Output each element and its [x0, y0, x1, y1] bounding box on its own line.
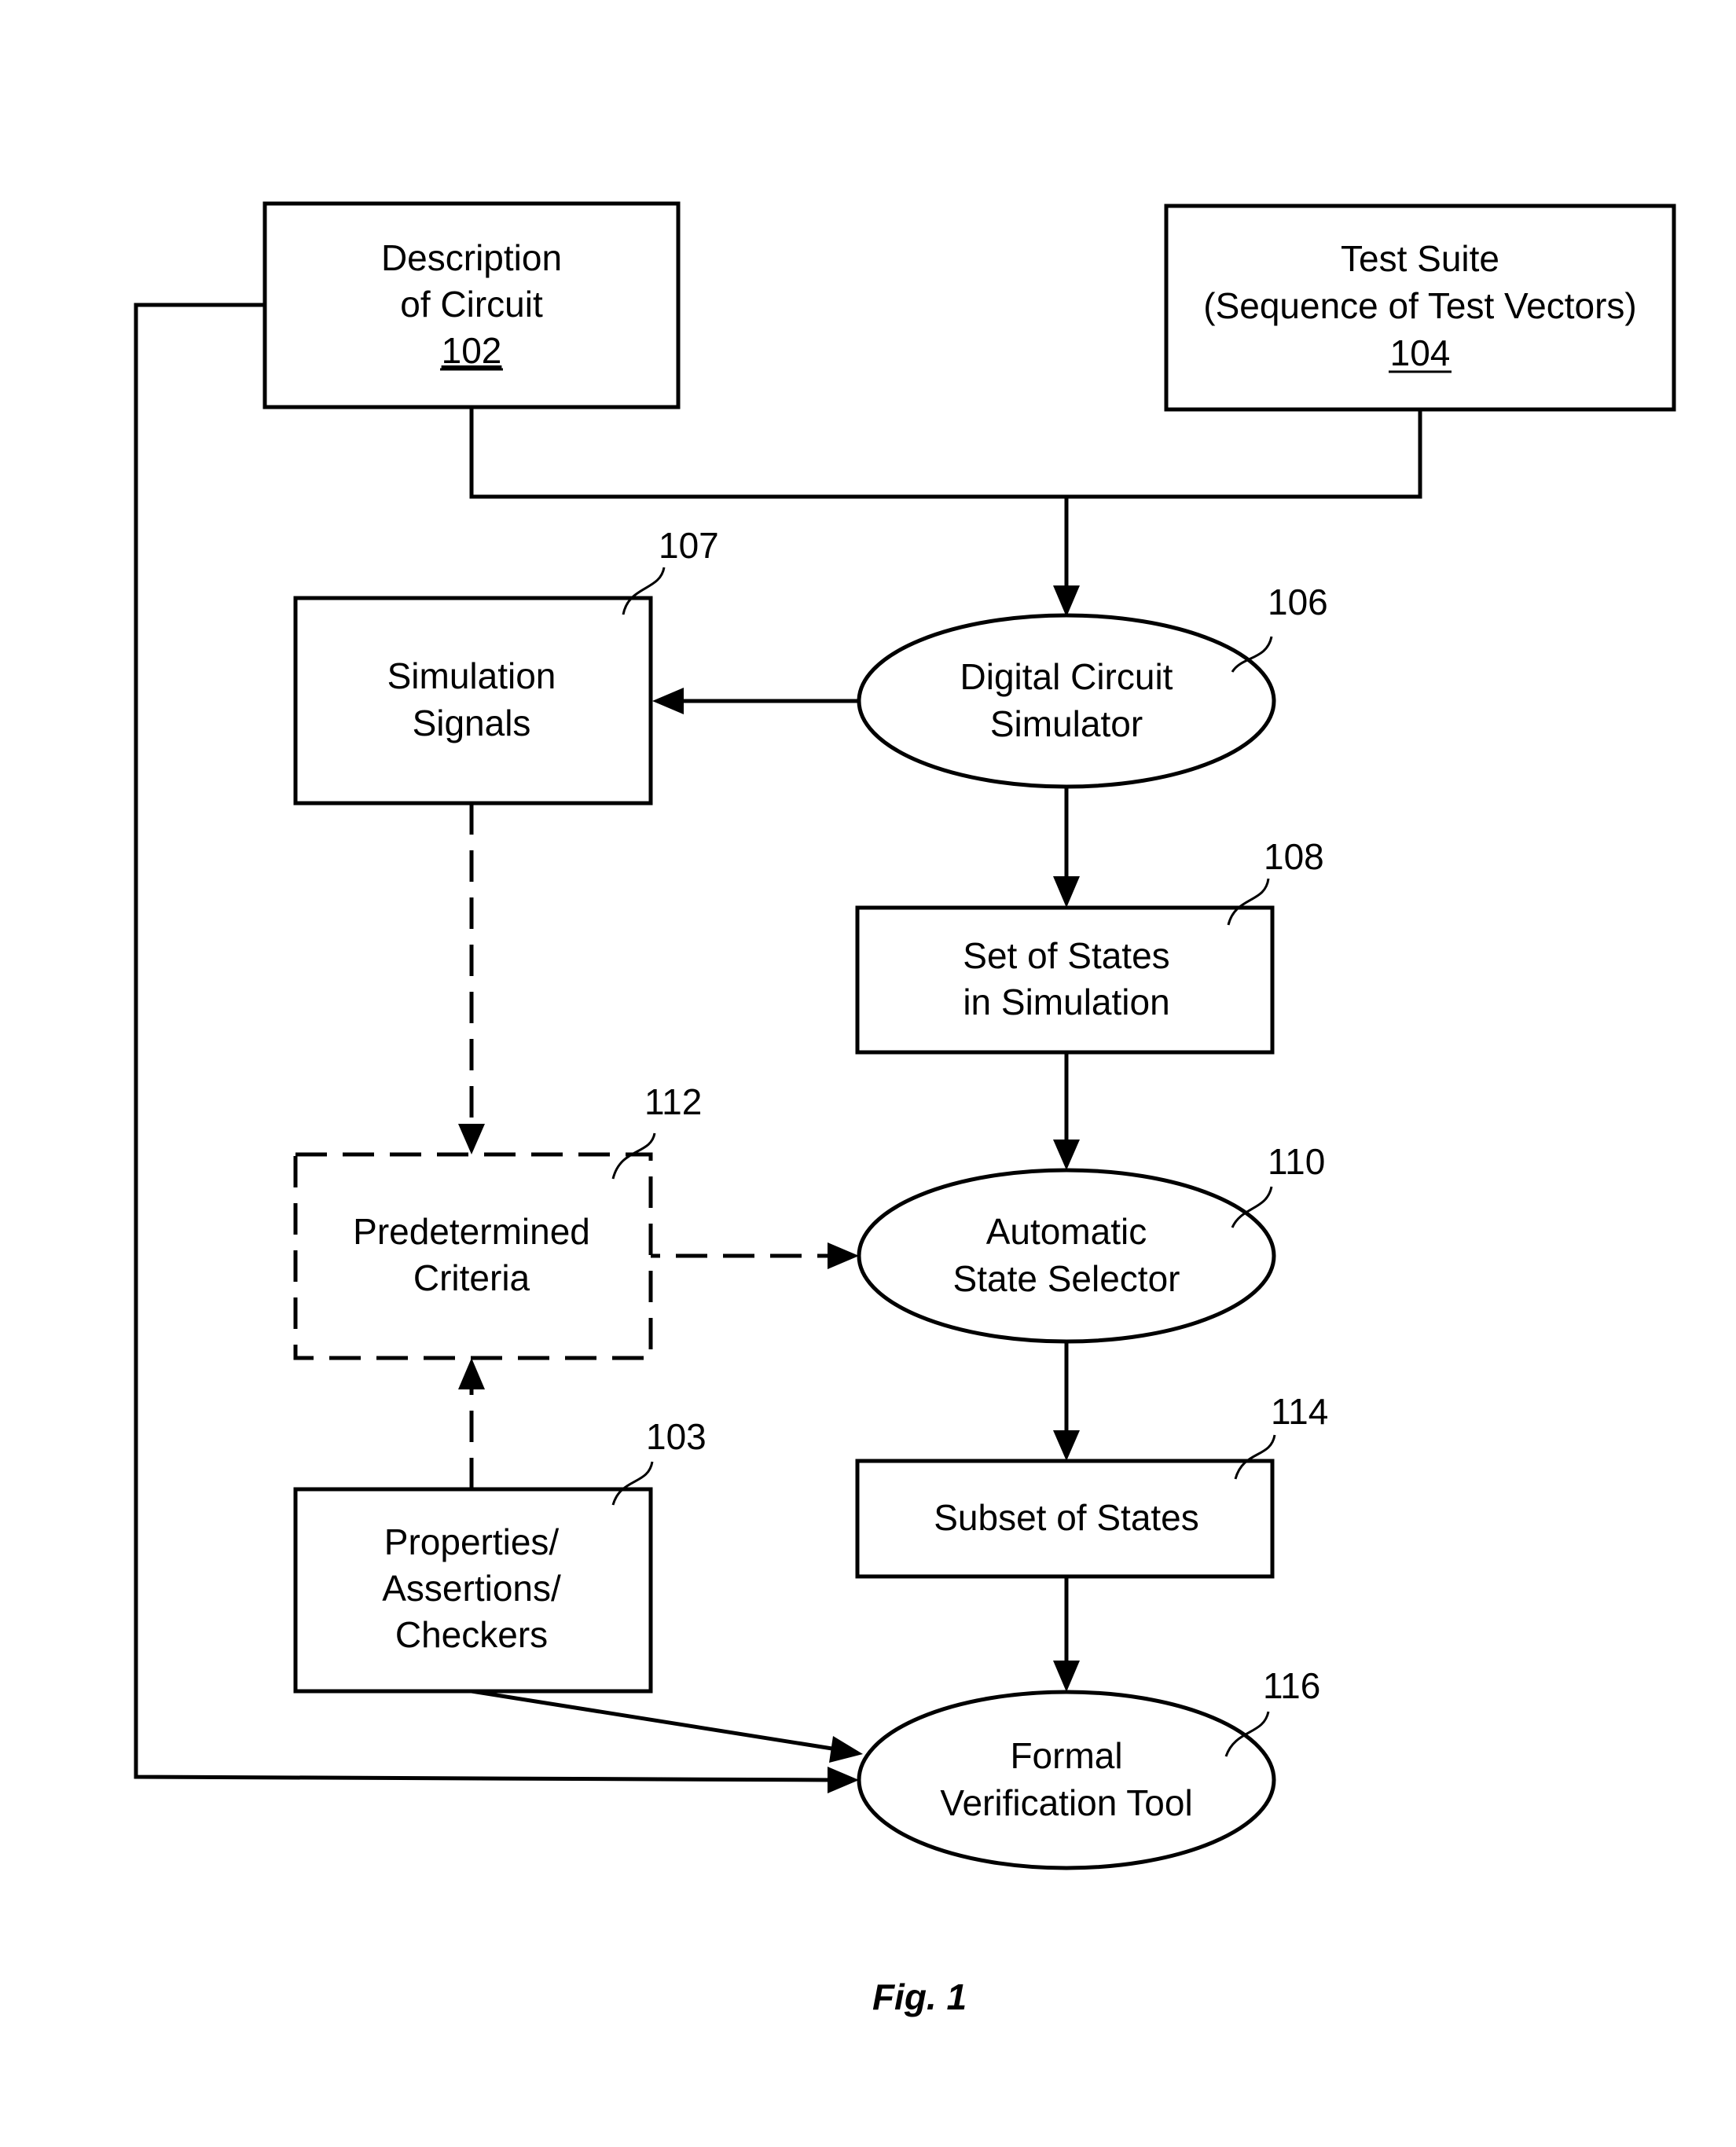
node-description-of-circuit: Description of Circuit 102: [262, 201, 681, 409]
edge-103-to-116: [471, 1689, 838, 1752]
node-104-line-2: (Sequence of Test Vectors): [1203, 285, 1636, 326]
arrowhead-into-116-top: [1053, 1661, 1080, 1692]
node-106-ellipse: [857, 613, 1276, 789]
arrowhead-into-114: [1053, 1430, 1080, 1461]
node-116-line-1: Formal: [1010, 1735, 1122, 1776]
node-114-ref: 114: [1271, 1391, 1328, 1432]
node-116-ref: 116: [1263, 1665, 1320, 1706]
node-108-line-2: in Simulation: [963, 982, 1169, 1022]
node-properties-assertions-checkers: Properties/ Assertions/ Checkers 103: [293, 1416, 707, 1694]
arrowhead-into-108: [1053, 876, 1080, 908]
node-formal-verification-tool: Formal Verification Tool 116: [857, 1665, 1320, 1870]
edge-112-to-110: [648, 1234, 835, 1258]
node-102-ref: 102: [442, 330, 502, 371]
node-106-line-1: Digital Circuit: [960, 656, 1173, 697]
node-104-line-1: Test Suite: [1341, 238, 1499, 279]
node-116-ellipse: [857, 1690, 1276, 1870]
node-set-of-states: Set of States in Simulation 108: [855, 836, 1324, 1055]
node-108-box: [855, 905, 1275, 1055]
node-predetermined-criteria: Predetermined Criteria 112: [293, 1081, 702, 1360]
arrowhead-into-110-top: [1053, 1140, 1080, 1170]
node-digital-circuit-simulator: Digital Circuit Simulator 106: [857, 582, 1328, 789]
edge-104-to-merge: [1066, 409, 1422, 499]
node-102-line-1: Description: [381, 237, 562, 278]
node-110-line-1: Automatic: [986, 1211, 1147, 1252]
node-107-box: [293, 596, 653, 806]
node-110-ellipse: [857, 1168, 1276, 1344]
figure-caption: Fig. 1: [872, 1976, 967, 2017]
node-automatic-state-selector: Automatic State Selector 110: [857, 1141, 1325, 1344]
node-104-ref: 104: [1390, 332, 1451, 373]
arrowhead-into-106: [1053, 585, 1080, 617]
node-106-ref: 106: [1268, 582, 1328, 622]
edge-102-to-merge: [469, 407, 1066, 499]
arrowhead-into-112-bottom: [458, 1358, 485, 1389]
node-103-line-1: Properties/: [384, 1521, 560, 1562]
node-simulation-signals: Simulation Signals 107: [293, 525, 719, 806]
node-107-line-1: Simulation: [387, 655, 556, 696]
node-107-ref: 107: [659, 525, 719, 566]
node-103-ref: 103: [646, 1416, 707, 1457]
node-106-line-2: Simulator: [990, 703, 1143, 744]
node-102-line-2: of Circuit: [400, 284, 543, 325]
node-subset-of-states: Subset of States 114: [855, 1391, 1328, 1579]
node-108-ref: 108: [1264, 836, 1324, 877]
node-107-line-2: Signals: [413, 703, 531, 743]
node-112-ref: 112: [644, 1081, 702, 1122]
node-114-line-1: Subset of States: [934, 1497, 1199, 1538]
arrowhead-into-107: [652, 688, 684, 714]
node-110-line-2: State Selector: [953, 1258, 1180, 1299]
node-103-line-2: Assertions/: [382, 1568, 561, 1609]
node-112-line-1: Predetermined: [353, 1211, 590, 1252]
node-112-line-2: Criteria: [413, 1257, 530, 1298]
arrowhead-into-110-left: [828, 1242, 859, 1269]
node-103-line-3: Checkers: [395, 1614, 548, 1655]
arrowhead-into-116-left: [828, 1767, 859, 1793]
node-110-ref: 110: [1268, 1141, 1325, 1182]
node-108-line-1: Set of States: [963, 935, 1169, 976]
arrowhead-into-112-top: [458, 1124, 485, 1154]
flowchart-diagram: Description of Circuit 102 Test Suite (S…: [134, 201, 1676, 2017]
arrowhead-into-116-diagonal: [829, 1736, 863, 1763]
node-112-dashed-box: [293, 1152, 653, 1360]
node-116-line-2: Verification Tool: [940, 1782, 1192, 1823]
node-test-suite: Test Suite (Sequence of Test Vectors) 10…: [1164, 204, 1676, 412]
